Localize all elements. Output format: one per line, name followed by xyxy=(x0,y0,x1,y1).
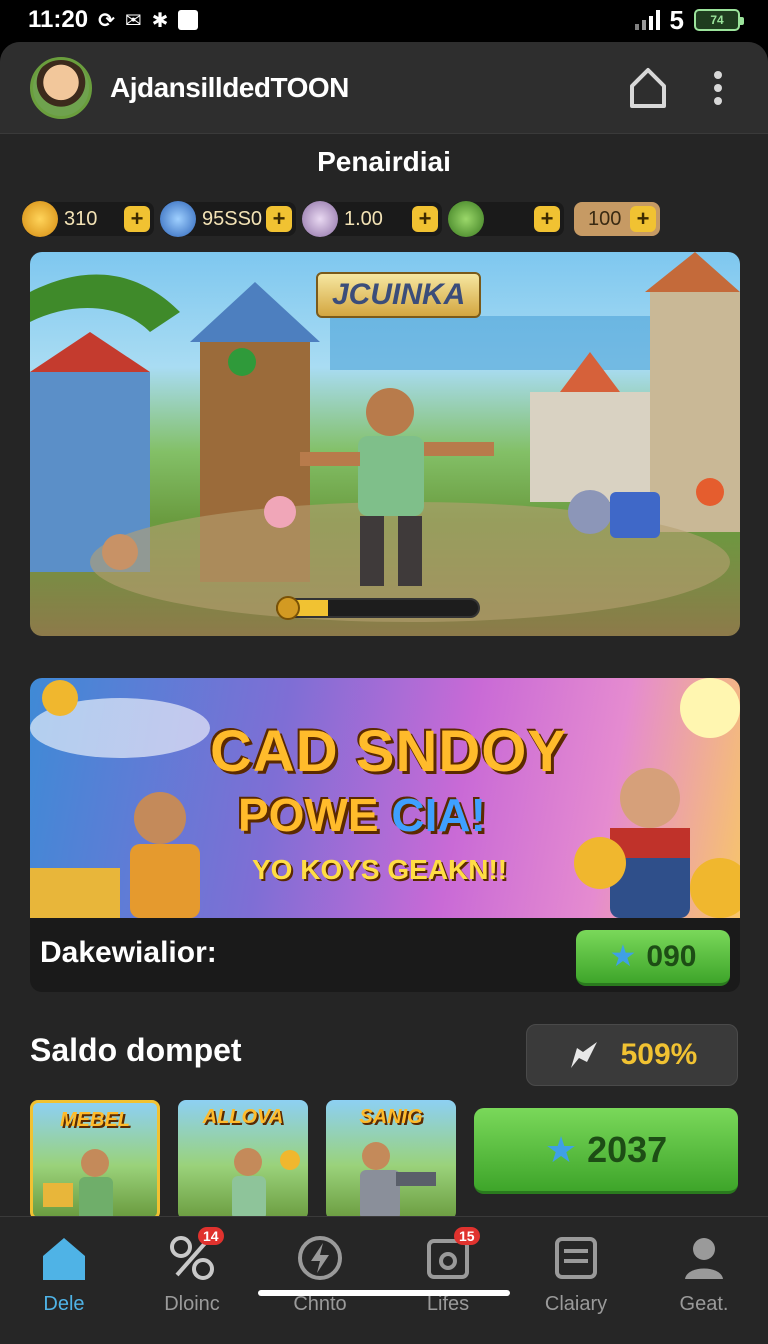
card-art xyxy=(360,1142,436,1220)
nav-label: Geat. xyxy=(679,1293,729,1315)
home-indicator[interactable] xyxy=(258,1290,510,1296)
app-window: AjdansilldedTOON Penairdiai 310 + 95SS0 … xyxy=(0,42,768,1344)
wallet-action-button[interactable]: ★ 2037 xyxy=(474,1108,738,1194)
bluetooth-icon: ✱ xyxy=(151,9,169,32)
more-menu-button[interactable] xyxy=(694,64,742,112)
currency-extra[interactable]: 100 + xyxy=(574,202,660,236)
battery-icon: 74 xyxy=(694,9,744,31)
wallet-button-value: 2037 xyxy=(587,1128,668,1170)
promo-banner-art: CAD SNDOY POWE CIA! YO KOYS GEAKN!! xyxy=(30,678,740,918)
promo-button-value: 090 xyxy=(646,939,697,973)
currency-green: + xyxy=(448,201,564,237)
currency-value: 95SS0 xyxy=(202,207,263,230)
clock: 11:20 xyxy=(28,6,89,33)
nav-item-chnto[interactable]: Chnto xyxy=(256,1217,384,1344)
bottom-nav: Dele 14 Dloinc Chnto 15 Lifes Claiary Ge… xyxy=(0,1216,768,1344)
nav-item-dloinc[interactable]: 14 Dloinc xyxy=(128,1217,256,1344)
list-icon xyxy=(549,1231,603,1285)
nav-label: Lifes xyxy=(426,1293,470,1315)
user-icon xyxy=(677,1231,731,1285)
percent-value: 509% xyxy=(620,1038,698,1071)
promo-tagline: YO KOYS GEAKN!! xyxy=(252,854,508,885)
card-art xyxy=(232,1148,300,1220)
more-vertical-icon xyxy=(714,70,722,105)
nav-item-geat[interactable]: Geat. xyxy=(640,1217,768,1344)
add-ore-button[interactable]: + xyxy=(412,206,438,232)
silver-ore-icon xyxy=(302,201,338,237)
promo-label: Dakewialior: xyxy=(40,936,217,969)
hero-banner[interactable]: JCUINKA xyxy=(30,252,740,636)
home-button[interactable] xyxy=(624,64,672,112)
currency-ore: 1.00 + xyxy=(302,201,442,237)
nav-item-lifes[interactable]: 15 Lifes xyxy=(384,1217,512,1344)
section-title: Penairdiai xyxy=(317,146,451,177)
add-green-button[interactable]: + xyxy=(534,206,560,232)
add-extra-button[interactable]: + xyxy=(630,206,656,232)
promo-subheadline-b: CIA! xyxy=(391,789,486,841)
promo-subheadline-a: POWE xyxy=(238,789,379,841)
wallet-card-sanig[interactable]: SANIG xyxy=(326,1100,456,1220)
hero-progress-bar xyxy=(276,598,480,618)
green-gem-icon xyxy=(448,201,484,237)
signal-number: 5 xyxy=(669,4,684,35)
notification-badge: 15 xyxy=(454,1227,480,1245)
username: AjdansilldedTOON xyxy=(110,71,349,103)
hero-title: JCUINKA xyxy=(316,272,482,318)
currency-gem: 95SS0 + xyxy=(160,201,296,237)
currency-bar: 310 + 95SS0 + 1.00 + + 100 + xyxy=(22,198,742,240)
mail-icon: ✉ xyxy=(124,9,142,32)
home-icon xyxy=(37,1231,91,1285)
currency-gold: 310 + xyxy=(22,201,154,237)
home-icon xyxy=(630,67,666,108)
notification-badge: 14 xyxy=(198,1227,224,1245)
rocket-icon xyxy=(570,1042,597,1068)
star-icon: ★ xyxy=(544,1128,578,1170)
currency-value: 310 xyxy=(64,207,98,230)
blue-gem-icon xyxy=(160,201,196,237)
avatar[interactable] xyxy=(30,56,92,119)
nav-item-claiary[interactable]: Claiary xyxy=(512,1217,640,1344)
promo-card[interactable]: CAD SNDOY POWE CIA! YO KOYS GEAKN!! Dake… xyxy=(30,678,740,992)
notification-icon xyxy=(178,10,199,30)
promo-subheadline: POWE CIA! xyxy=(238,788,486,842)
wallet-card-mebel[interactable]: MEBEL xyxy=(30,1100,160,1220)
wallet-card-allova[interactable]: ALLOVA xyxy=(178,1100,308,1220)
promo-headline: CAD SNDOY xyxy=(210,719,568,784)
signal-icon xyxy=(634,10,660,30)
status-bar: 11:20 ⟳ ✉ ✱ 5 74 xyxy=(0,0,768,40)
add-gold-button[interactable]: + xyxy=(124,206,150,232)
nav-item-dele[interactable]: Dele xyxy=(0,1217,128,1344)
nav-label: Dele xyxy=(43,1293,85,1315)
card-art xyxy=(43,1149,113,1217)
sun-icon xyxy=(276,596,300,620)
battery-level: 74 xyxy=(710,13,724,27)
app-header: AjdansilldedTOON xyxy=(0,42,768,134)
sync-icon: ⟳ xyxy=(98,9,115,32)
lightning-icon xyxy=(293,1231,347,1285)
gold-coin-icon xyxy=(22,201,58,237)
nav-label: Chnto xyxy=(293,1293,347,1315)
currency-extra-value: 100 xyxy=(588,207,622,230)
add-gem-button[interactable]: + xyxy=(266,206,292,232)
percent-chip[interactable]: 509% xyxy=(526,1024,738,1086)
wallet-cards: MEBEL ALLOVA SANIG xyxy=(30,1100,460,1220)
currency-value: 1.00 xyxy=(344,207,383,230)
wallet-title: Saldo dompet xyxy=(30,1032,242,1068)
promo-claim-button[interactable]: ★ 090 xyxy=(576,930,730,986)
star-icon: ★ xyxy=(609,940,637,973)
nav-label: Dloinc xyxy=(164,1293,220,1315)
nav-label: Claiary xyxy=(544,1293,608,1315)
